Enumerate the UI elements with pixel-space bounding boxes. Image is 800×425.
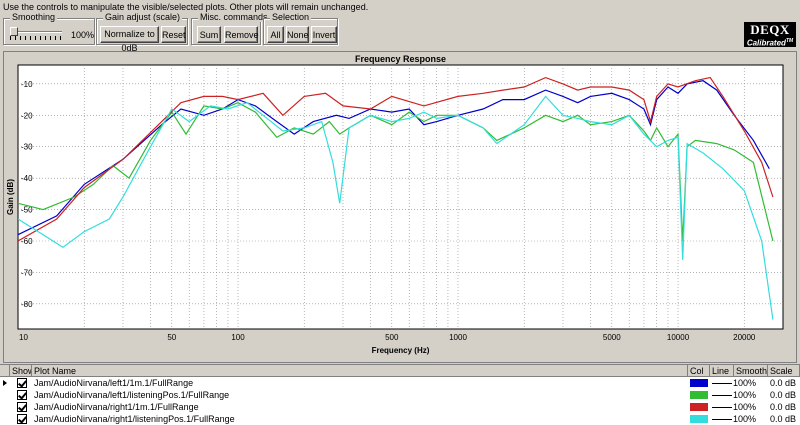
slider-ticks xyxy=(10,36,62,40)
selection-title: Selection xyxy=(270,12,312,22)
table-header: Show Plot Name Col Line Smooth Scale xyxy=(0,365,800,377)
scale-value: 0.0 dB xyxy=(770,402,797,412)
x-tick-label: 10 xyxy=(19,333,28,342)
color-swatch[interactable] xyxy=(690,391,708,399)
chart-title: Frequency Response xyxy=(355,54,446,64)
scale-value: 0.0 dB xyxy=(770,390,797,400)
x-tick-label: 100 xyxy=(231,333,245,342)
show-checkbox[interactable] xyxy=(17,378,27,388)
smoothing-slider[interactable] xyxy=(10,26,62,42)
plot-name: Jam/AudioNirvana/right1/1m.1/FullRange xyxy=(34,402,199,412)
remove-button[interactable]: Remove xyxy=(224,26,259,43)
table-row[interactable]: Jam/AudioNirvana/left1/1m.1/FullRange 10… xyxy=(0,377,800,389)
misc-commands-group: Misc. commands Sum Remove xyxy=(191,12,270,45)
plot-list-table: Show Plot Name Col Line Smooth Scale Jam… xyxy=(0,364,800,425)
chart-svg: Frequency Response-10-20-30-40-50-60-70-… xyxy=(6,54,784,355)
y-tick-label: -10 xyxy=(21,80,33,89)
smooth-value: 100% xyxy=(733,390,757,400)
header-spacer xyxy=(0,365,10,377)
invert-selection-button[interactable]: Invert xyxy=(311,26,337,43)
header-col[interactable]: Col xyxy=(688,365,710,377)
header-scale[interactable]: Scale xyxy=(768,365,800,377)
y-axis-label: Gain (dB) xyxy=(6,179,15,215)
header-smooth[interactable]: Smooth xyxy=(734,365,768,377)
x-tick-label: 10000 xyxy=(667,333,690,342)
x-tick-label: 5000 xyxy=(603,333,621,342)
line-style-icon[interactable] xyxy=(712,395,732,396)
scale-value: 0.0 dB xyxy=(770,414,797,424)
show-checkbox[interactable] xyxy=(17,414,27,424)
color-swatch[interactable] xyxy=(690,379,708,387)
y-tick-label: -20 xyxy=(21,111,33,120)
table-row[interactable]: Jam/AudioNirvana/right1/listeningPos.1/F… xyxy=(0,413,800,425)
deqx-logo: DEQX CalibratedTM xyxy=(744,22,796,49)
misc-commands-title: Misc. commands xyxy=(198,12,270,22)
instructions-text: Use the controls to manipulate the visib… xyxy=(3,2,369,12)
gain-adjust-group: Gain adjust (scale) Normalize to 0dB Res… xyxy=(96,12,188,53)
smoothing-value: 100% xyxy=(71,30,95,40)
frequency-response-chart[interactable]: Frequency Response -10 -20 -30 -40 -50 -60 -70-… xyxy=(3,51,797,363)
sum-button[interactable]: Sum xyxy=(197,26,221,43)
smooth-value: 100% xyxy=(733,414,757,424)
table-row[interactable]: Jam/AudioNirvana/left1/listeningPos.1/Fu… xyxy=(0,389,800,401)
select-all-button[interactable]: All xyxy=(267,26,284,43)
smooth-value: 100% xyxy=(733,378,757,388)
logo-tm: TM xyxy=(785,38,794,44)
gain-adjust-title: Gain adjust (scale) xyxy=(103,12,183,22)
x-tick-label: 50 xyxy=(167,333,176,342)
y-tick-label: -30 xyxy=(21,143,33,152)
x-tick-label: 1000 xyxy=(449,333,467,342)
logo-sub: CalibratedTM xyxy=(745,36,795,49)
logo-sub-text: Calibrated xyxy=(746,38,786,48)
plot-name: Jam/AudioNirvana/left1/listeningPos.1/Fu… xyxy=(34,390,230,400)
smooth-value: 100% xyxy=(733,402,757,412)
normalize-button[interactable]: Normalize to 0dB xyxy=(100,26,159,53)
header-line[interactable]: Line xyxy=(710,365,734,377)
color-swatch[interactable] xyxy=(690,403,708,411)
slider-thumb[interactable] xyxy=(10,27,18,36)
show-checkbox[interactable] xyxy=(17,390,27,400)
line-style-icon[interactable] xyxy=(712,407,732,408)
selection-group: Selection All None Invert xyxy=(263,12,338,45)
select-none-button[interactable]: None xyxy=(286,26,309,43)
plot-name: Jam/AudioNirvana/right1/listeningPos.1/F… xyxy=(34,414,235,424)
reset-button[interactable]: Reset xyxy=(161,26,186,43)
y-tick-label: -40 xyxy=(21,174,33,183)
color-swatch[interactable] xyxy=(690,415,708,423)
header-plot-name[interactable]: Plot Name xyxy=(32,365,688,377)
line-style-icon[interactable] xyxy=(712,419,732,420)
show-checkbox[interactable] xyxy=(17,402,27,412)
smoothing-group: Smoothing 100% xyxy=(3,12,95,45)
table-row[interactable]: Jam/AudioNirvana/right1/1m.1/FullRange 1… xyxy=(0,401,800,413)
x-axis-label: Frequency (Hz) xyxy=(372,346,430,355)
logo-main: DEQX xyxy=(750,22,790,37)
y-tick-label: -70 xyxy=(21,268,33,277)
x-tick-label: 20000 xyxy=(733,333,756,342)
smoothing-title: Smoothing xyxy=(10,12,58,22)
scale-value: 0.0 dB xyxy=(770,378,797,388)
y-tick-label: -80 xyxy=(21,300,33,309)
x-tick-label: 500 xyxy=(385,333,399,342)
plot-name: Jam/AudioNirvana/left1/1m.1/FullRange xyxy=(34,378,194,388)
line-style-icon[interactable] xyxy=(712,383,732,384)
header-show[interactable]: Show xyxy=(10,365,32,377)
row-selected-arrow-icon xyxy=(3,380,7,386)
